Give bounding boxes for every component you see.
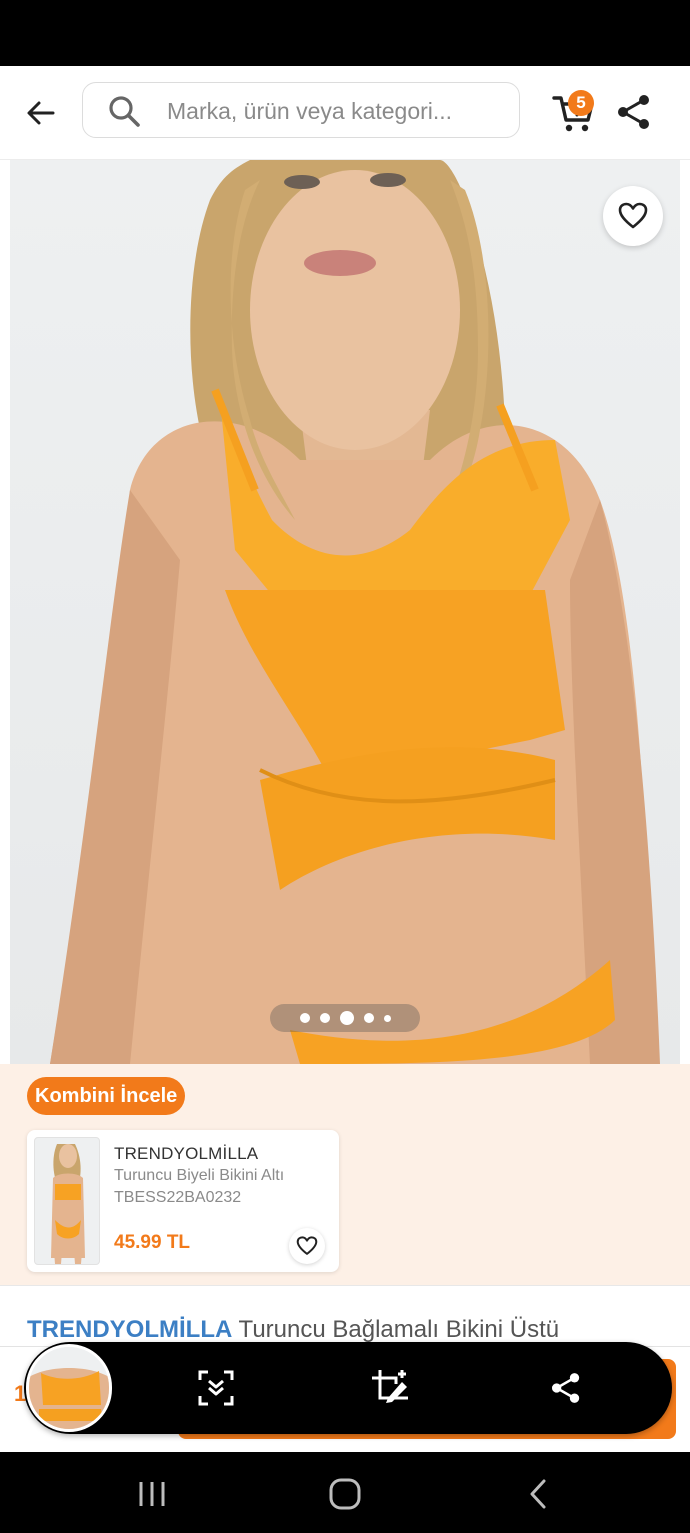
nav-back-icon: [530, 1479, 546, 1509]
favorite-button[interactable]: [603, 186, 663, 246]
cart-badge: 5: [568, 90, 594, 116]
scroll-capture-icon: [198, 1370, 234, 1406]
combo-section: Kombini İncele TRENDYOLMİLLA Turuncu Biy…: [0, 1064, 690, 1286]
combo-product-code: TBESS22BA0232: [114, 1189, 242, 1206]
recents-icon: [139, 1482, 165, 1506]
combo-product-image: [34, 1137, 100, 1265]
system-nav-bar: [0, 1452, 690, 1533]
share-screenshot-button[interactable]: [544, 1366, 588, 1410]
combo-favorite-button[interactable]: [289, 1228, 325, 1264]
product-photo: [50, 160, 660, 1064]
crop-edit-button[interactable]: [368, 1366, 412, 1410]
back-arrow-icon: [27, 101, 55, 125]
screenshot-preview[interactable]: [26, 1344, 112, 1432]
combo-product-name: Turuncu Biyeli Bikini Altı: [114, 1167, 285, 1184]
search-icon: [109, 96, 140, 127]
combo-product-price: 45.99 TL: [114, 1232, 191, 1253]
gallery-dot[interactable]: [299, 1013, 310, 1023]
combo-review-button[interactable]: Kombini İncele: [27, 1077, 186, 1115]
gallery-dot[interactable]: [319, 1013, 330, 1023]
nav-back-button[interactable]: [518, 1474, 558, 1514]
share-icon: [551, 1373, 580, 1403]
share-icon[interactable]: [614, 92, 654, 132]
home-button[interactable]: [325, 1474, 365, 1514]
search-input[interactable]: [167, 91, 507, 131]
combo-product-card[interactable]: TRENDYOLMİLLA Turuncu Biyeli Bikini Altı…: [27, 1130, 339, 1272]
search-box[interactable]: [82, 82, 520, 138]
back-button[interactable]: [18, 90, 64, 136]
crop-edit-icon: [372, 1370, 408, 1403]
combo-product-brand: TRENDYOLMİLLA: [114, 1144, 259, 1163]
screenshot-toolbar: [24, 1342, 672, 1434]
gallery-dots: [270, 1004, 420, 1032]
status-bar: [0, 0, 690, 66]
product-name: Turuncu Bağlamalı Bikini Üstü: [238, 1316, 560, 1343]
product-brand-link[interactable]: TRENDYOLMİLLA: [27, 1316, 232, 1343]
top-bar: 5: [0, 66, 690, 160]
scroll-capture-button[interactable]: [194, 1366, 238, 1410]
heart-icon: [618, 202, 648, 229]
heart-icon: [296, 1236, 318, 1255]
gallery-dot-active[interactable]: [339, 1011, 354, 1025]
recents-button[interactable]: [132, 1474, 172, 1514]
product-image-gallery[interactable]: [10, 160, 680, 1064]
gallery-dot[interactable]: [383, 1014, 391, 1022]
home-icon: [329, 1478, 361, 1510]
gallery-dot[interactable]: [363, 1013, 374, 1023]
